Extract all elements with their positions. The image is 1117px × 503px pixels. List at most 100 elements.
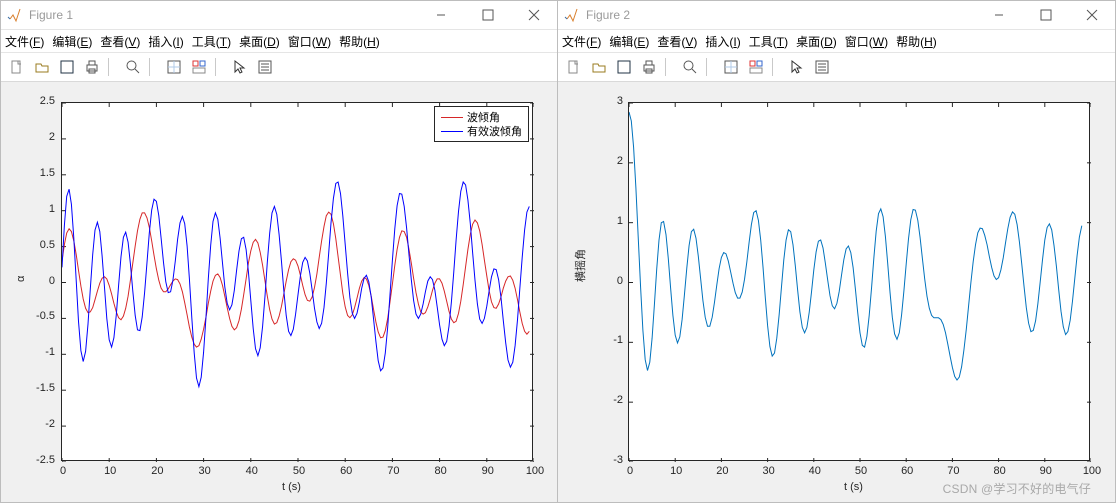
x-tick-label: 30 [195, 465, 215, 477]
zoom-button[interactable] [121, 56, 145, 78]
y-tick-label: 1.5 [40, 167, 55, 179]
y-tick-label: 0 [617, 275, 623, 287]
toolbar-separator [149, 58, 158, 76]
menu-item[interactable]: 查看(V) [657, 33, 697, 50]
min-button[interactable] [977, 1, 1023, 29]
legend-line-icon [441, 131, 463, 132]
menu-item[interactable]: 查看(V) [100, 33, 140, 50]
menu-item[interactable]: 文件(F) [562, 33, 601, 50]
y-tick-label: 0 [49, 275, 55, 287]
y-tick-label: -0.5 [36, 310, 55, 322]
y-tick-label: -3 [613, 454, 623, 466]
legend[interactable]: 波倾角有效波倾角 [434, 106, 529, 142]
open-button[interactable] [587, 56, 611, 78]
menu-item[interactable]: 工具(T) [749, 33, 788, 50]
menu-item[interactable]: 桌面(D) [239, 33, 280, 50]
y-axis-label: α [15, 275, 27, 281]
series-line [629, 112, 1082, 380]
toolbar-separator [665, 58, 674, 76]
y-tick-label: 3 [617, 95, 623, 107]
x-tick-label: 100 [525, 465, 545, 477]
menu-item[interactable]: 桌面(D) [796, 33, 837, 50]
x-tick-label: 80 [431, 465, 451, 477]
menu-item[interactable]: 文件(F) [5, 33, 44, 50]
y-tick-label: -2.5 [36, 454, 55, 466]
menu-item[interactable]: 编辑(E) [609, 33, 649, 50]
save-button[interactable] [612, 56, 636, 78]
x-tick-label: 40 [242, 465, 262, 477]
titlebar: Figure 1 [1, 1, 557, 30]
insert-legend-button[interactable] [810, 56, 834, 78]
x-tick-label: 10 [100, 465, 120, 477]
figure-canvas: 0102030405060708090100-2.5-2-1.5-1-0.500… [1, 82, 557, 502]
menu-item[interactable]: 帮助(H) [896, 33, 937, 50]
x-tick-label: 100 [1082, 465, 1102, 477]
matlab-icon [564, 7, 580, 23]
y-tick-label: 2 [617, 155, 623, 167]
toolbar-separator [772, 58, 781, 76]
x-tick-label: 50 [289, 465, 309, 477]
window-title: Figure 2 [586, 8, 977, 22]
menu-item[interactable]: 工具(T) [192, 33, 231, 50]
x-tick-label: 20 [147, 465, 167, 477]
open-button[interactable] [30, 56, 54, 78]
max-button[interactable] [465, 1, 511, 29]
max-button[interactable] [1023, 1, 1069, 29]
toolbar-separator [108, 58, 117, 76]
y-tick-label: 2 [49, 131, 55, 143]
toolbar-separator [215, 58, 224, 76]
x-tick-label: 0 [53, 465, 73, 477]
zoom-button[interactable] [678, 56, 702, 78]
print-button[interactable] [80, 56, 104, 78]
pointer-button[interactable] [228, 56, 252, 78]
window-title: Figure 1 [29, 8, 419, 22]
x-tick-label: 50 [851, 465, 871, 477]
axes[interactable] [628, 102, 1090, 461]
data-cursor-button[interactable] [162, 56, 186, 78]
menu-item[interactable]: 插入(I) [148, 33, 183, 50]
close-button[interactable] [1069, 1, 1115, 29]
pointer-button[interactable] [785, 56, 809, 78]
menu-item[interactable]: 窗口(W) [845, 33, 888, 50]
toolbar [558, 53, 1115, 82]
x-axis-label: t (s) [282, 481, 301, 493]
legend-entry: 波倾角 [441, 110, 522, 124]
y-tick-label: 1 [617, 215, 623, 227]
save-button[interactable] [55, 56, 79, 78]
x-tick-label: 60 [336, 465, 356, 477]
x-tick-label: 70 [943, 465, 963, 477]
series-line [62, 182, 529, 387]
data-cursor-button[interactable] [719, 56, 743, 78]
menu-item[interactable]: 窗口(W) [288, 33, 331, 50]
link-axes-button[interactable] [187, 56, 211, 78]
y-tick-label: 0.5 [40, 239, 55, 251]
y-tick-label: -2 [613, 394, 623, 406]
toolbar-separator [706, 58, 715, 76]
min-button[interactable] [419, 1, 465, 29]
axes[interactable] [61, 102, 533, 461]
x-tick-label: 60 [897, 465, 917, 477]
insert-legend-button[interactable] [253, 56, 277, 78]
menubar: 文件(F) 编辑(E) 查看(V) 插入(I) 工具(T) 桌面(D) 窗口(W) 帮助(H) [558, 30, 1115, 53]
close-button[interactable] [511, 1, 557, 29]
x-tick-label: 30 [759, 465, 779, 477]
legend-label: 有效波倾角 [467, 123, 522, 139]
x-tick-label: 80 [990, 465, 1010, 477]
titlebar: Figure 2 [558, 1, 1115, 30]
menu-item[interactable]: 编辑(E) [52, 33, 92, 50]
new-button[interactable] [562, 56, 586, 78]
figure-window-1: Figure 1 文件(F) 编辑(E) 查看(V) 插入(I) 工具(T) 桌面(D) 窗口… [0, 0, 558, 503]
y-axis-label: 横摇角 [572, 249, 588, 282]
y-tick-label: 2.5 [40, 95, 55, 107]
print-button[interactable] [637, 56, 661, 78]
menubar: 文件(F) 编辑(E) 查看(V) 插入(I) 工具(T) 桌面(D) 窗口(W) 帮助(H) [1, 30, 557, 53]
new-button[interactable] [5, 56, 29, 78]
link-axes-button[interactable] [744, 56, 768, 78]
menu-item[interactable]: 插入(I) [705, 33, 740, 50]
y-tick-label: -1 [45, 346, 55, 358]
plot-area [62, 103, 534, 462]
plot-area [629, 103, 1091, 462]
x-tick-label: 0 [620, 465, 640, 477]
menu-item[interactable]: 帮助(H) [339, 33, 380, 50]
matlab-icon [7, 7, 23, 23]
